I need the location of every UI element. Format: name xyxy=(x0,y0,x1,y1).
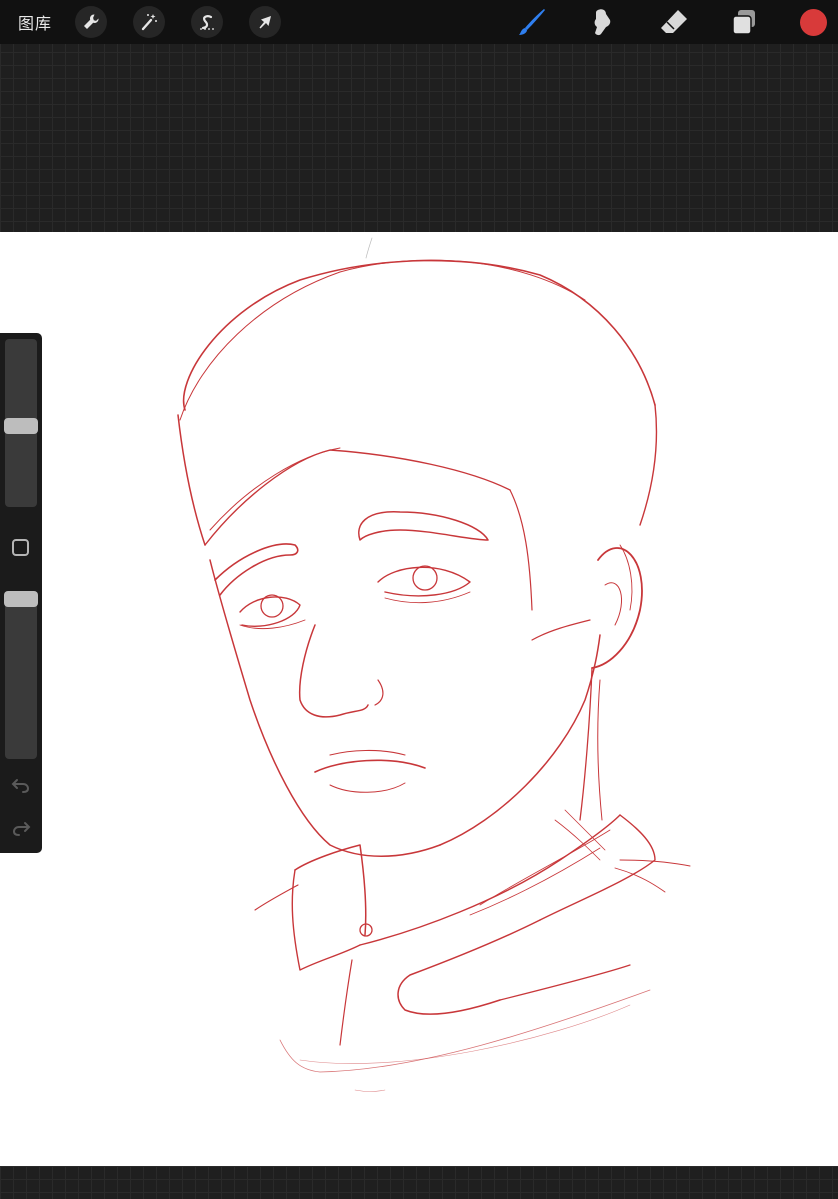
layers-button[interactable] xyxy=(728,6,760,38)
redo-icon xyxy=(12,822,31,836)
drawing-canvas[interactable] xyxy=(0,232,838,1166)
smudge-icon xyxy=(594,9,611,36)
selection-button[interactable] xyxy=(191,6,223,38)
arrow-cursor-icon xyxy=(259,16,271,29)
eraser-tool-button[interactable] xyxy=(658,6,690,38)
modify-button[interactable] xyxy=(12,539,29,556)
undo-button[interactable] xyxy=(10,774,32,796)
brush-tool-button[interactable] xyxy=(516,6,548,38)
transform-button[interactable] xyxy=(249,6,281,38)
selection-s-icon xyxy=(200,15,214,30)
magic-wand-icon xyxy=(141,14,157,31)
bottom-workspace-strip xyxy=(0,1166,838,1199)
adjustments-button[interactable] xyxy=(133,6,165,38)
brush-size-slider-thumb[interactable] xyxy=(4,418,38,434)
left-sidebar xyxy=(0,333,42,853)
color-picker-button[interactable] xyxy=(800,9,827,36)
layers-icon xyxy=(732,10,755,35)
smudge-tool-button[interactable] xyxy=(586,6,618,38)
brush-icon xyxy=(519,9,545,35)
actions-button[interactable] xyxy=(75,6,107,38)
eraser-icon xyxy=(661,10,687,33)
opacity-slider-thumb[interactable] xyxy=(4,591,38,607)
undo-icon xyxy=(11,779,30,793)
opacity-slider[interactable] xyxy=(5,591,37,759)
gallery-button[interactable]: 图库 xyxy=(18,10,52,34)
top-toolbar: 图库 xyxy=(0,0,838,44)
pencil-sketch-portrait xyxy=(177,237,691,1092)
redo-button[interactable] xyxy=(10,817,32,839)
wrench-icon xyxy=(84,14,99,29)
